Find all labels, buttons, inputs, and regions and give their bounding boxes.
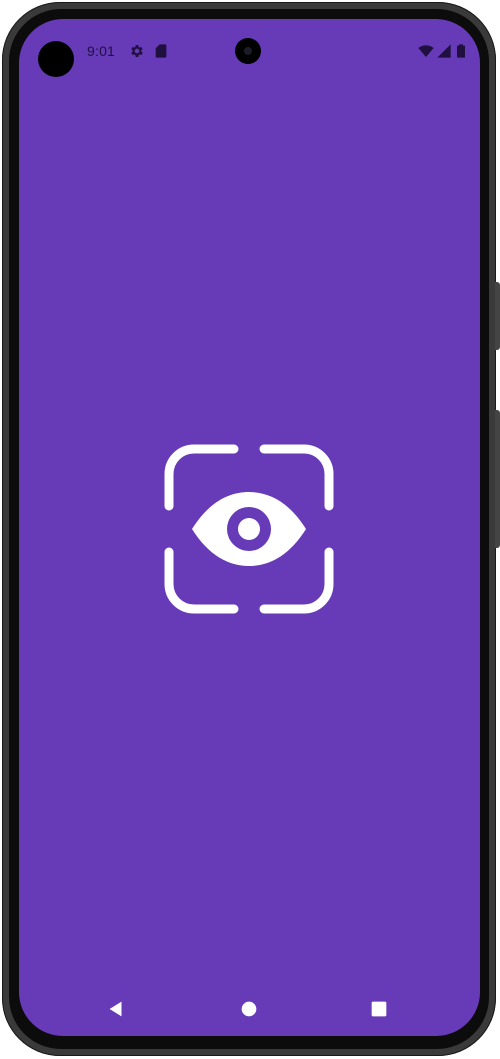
back-button[interactable]	[105, 998, 127, 1020]
front-camera	[235, 38, 261, 64]
navigation-bar	[19, 976, 480, 1036]
status-time: 9:01	[87, 43, 116, 59]
power-button[interactable]	[495, 282, 500, 350]
recents-button[interactable]	[368, 998, 390, 1020]
screen-record-indicator	[38, 41, 74, 77]
eye-scan-icon	[164, 444, 334, 614]
volume-button[interactable]	[495, 410, 500, 548]
phone-device: 9:01	[0, 0, 500, 1059]
cellular-signal-icon	[437, 44, 451, 58]
status-bar: 9:01	[19, 19, 480, 81]
sim-card-icon	[155, 44, 167, 58]
screen: 9:01	[19, 19, 480, 1036]
home-button[interactable]	[238, 998, 260, 1020]
battery-icon	[457, 44, 465, 58]
wifi-icon	[418, 45, 434, 57]
settings-icon	[131, 45, 143, 57]
